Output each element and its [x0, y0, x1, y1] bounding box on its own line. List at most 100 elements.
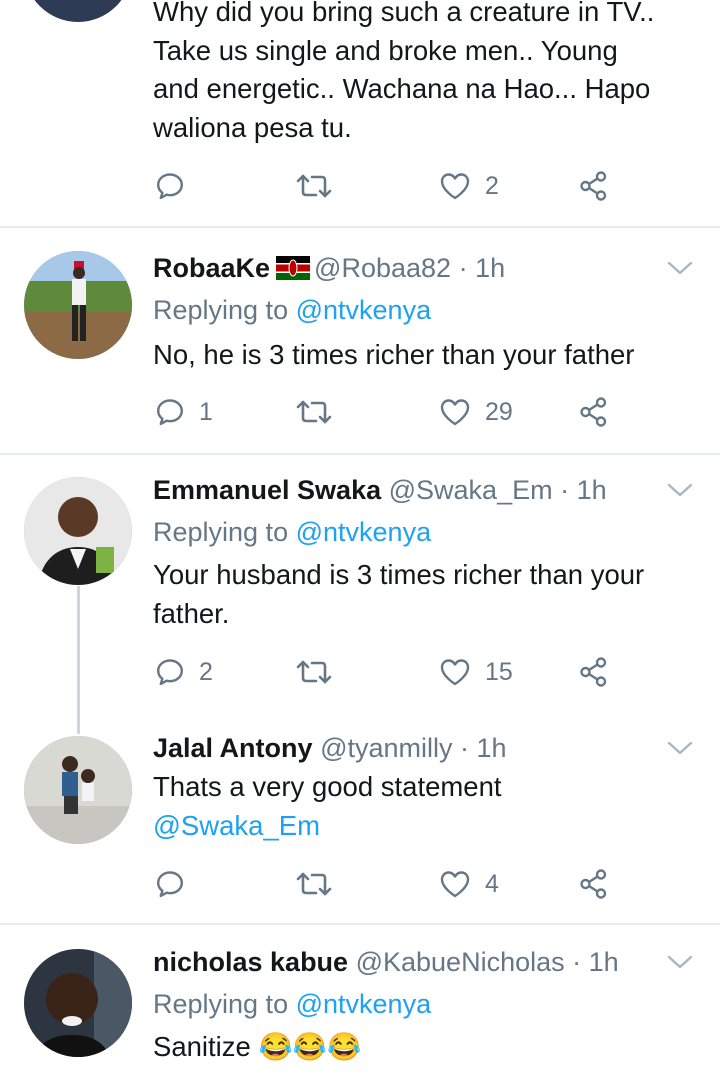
- avatar-image: [24, 251, 132, 359]
- retweet-button[interactable]: [296, 166, 346, 206]
- tweet-text: Why did you bring such a creature in TV.…: [153, 0, 698, 147]
- avatar[interactable]: [24, 0, 132, 22]
- like-icon: [439, 171, 471, 201]
- avatar-image: [24, 949, 132, 1057]
- retweet-button[interactable]: [296, 392, 346, 432]
- tweet-header: Emmanuel Swaka @Swaka_Em · 1h: [153, 470, 607, 510]
- avatar-image: [24, 736, 132, 844]
- tweet-top[interactable]: Why did you bring such a creature in TV.…: [0, 0, 720, 226]
- reply-icon: [155, 171, 185, 201]
- avatar[interactable]: [24, 251, 132, 359]
- like-count: 2: [485, 171, 499, 200]
- retweet-icon: [296, 870, 332, 898]
- replying-to-label: Replying to: [153, 295, 289, 325]
- timestamp[interactable]: 1h: [589, 947, 619, 977]
- display-name[interactable]: Jalal Antony: [153, 733, 313, 763]
- divider: [0, 226, 720, 228]
- divider: [0, 453, 720, 455]
- reply-icon: [155, 397, 185, 427]
- share-icon: [578, 396, 610, 428]
- like-count: 15: [485, 657, 513, 686]
- display-name[interactable]: nicholas kabue: [153, 947, 348, 977]
- avatar[interactable]: [24, 949, 132, 1057]
- laughing-emoji: 😂😂😂: [258, 1031, 362, 1062]
- replying-to-mention[interactable]: @ntvkenya: [296, 989, 431, 1019]
- like-button[interactable]: 15: [439, 652, 513, 692]
- share-button[interactable]: [578, 652, 610, 692]
- like-button[interactable]: 2: [439, 166, 499, 206]
- replying-to: Replying to @ntvkenya: [153, 984, 431, 1024]
- reply-button[interactable]: [155, 166, 199, 206]
- tweet-text: Your husband is 3 times richer than your…: [153, 559, 645, 629]
- reply-button[interactable]: [155, 864, 199, 904]
- replying-to-mention[interactable]: @ntvkenya: [296, 295, 431, 325]
- tweet-text: No, he is 3 times richer than your fathe…: [153, 339, 635, 370]
- separator-dot: ·: [460, 733, 470, 763]
- tweet-nicholas[interactable]: nicholas kabue @KabueNicholas · 1h Reply…: [0, 942, 720, 1088]
- separator-dot: ·: [458, 253, 468, 283]
- like-icon: [439, 397, 471, 427]
- tweet-actions: 4: [153, 864, 623, 904]
- handle[interactable]: @tyanmilly: [320, 733, 452, 763]
- chevron-down-icon[interactable]: [666, 738, 694, 758]
- replying-to-label: Replying to: [153, 989, 289, 1019]
- share-icon: [578, 170, 610, 202]
- like-count: 4: [485, 869, 499, 898]
- avatar[interactable]: [24, 736, 132, 844]
- handle[interactable]: @Robaa82: [314, 253, 451, 283]
- like-button[interactable]: 29: [439, 392, 513, 432]
- tweet-text-line: Thats a very good statement: [153, 771, 502, 802]
- tweet-text-line: and energetic.. Wachana na Hao... Hapo: [153, 73, 651, 104]
- replying-to: Replying to @ntvkenya: [153, 290, 431, 330]
- reply-button[interactable]: 2: [155, 652, 213, 692]
- handle[interactable]: @Swaka_Em: [389, 475, 553, 505]
- separator-dot: ·: [572, 947, 582, 977]
- tweet-text: Sanitize 😂😂😂: [153, 1028, 698, 1067]
- share-button[interactable]: [578, 392, 610, 432]
- separator-dot: ·: [560, 475, 570, 505]
- handle[interactable]: @KabueNicholas: [356, 947, 565, 977]
- timestamp[interactable]: 1h: [477, 733, 507, 763]
- reply-icon: [155, 869, 185, 899]
- tweet-text-line: waliona pesa tu.: [153, 111, 352, 143]
- retweet-icon: [296, 658, 332, 686]
- share-icon: [578, 868, 610, 900]
- timestamp[interactable]: 1h: [475, 253, 505, 283]
- tweet-actions: 2: [153, 166, 623, 206]
- tweet-mention[interactable]: @Swaka_Em: [153, 807, 698, 846]
- tweet-jalal[interactable]: Jalal Antony @tyanmilly · 1h Thats a ver…: [0, 728, 720, 923]
- chevron-down-icon[interactable]: [666, 258, 694, 278]
- divider: [0, 923, 720, 925]
- display-name[interactable]: RobaaKe: [153, 253, 270, 283]
- replying-to: Replying to @ntvkenya: [153, 512, 431, 552]
- reply-button[interactable]: 1: [155, 392, 213, 432]
- share-button[interactable]: [578, 166, 610, 206]
- tweet-text-line: Sanitize: [153, 1031, 251, 1062]
- tweet-robaa[interactable]: RobaaKe @Robaa82 · 1h Replying to @ntvken…: [0, 248, 720, 453]
- tweet-swaka[interactable]: Emmanuel Swaka @Swaka_Em · 1h Replying t…: [0, 470, 720, 710]
- retweet-button[interactable]: [296, 864, 346, 904]
- chevron-down-icon[interactable]: [666, 480, 694, 500]
- tweet-header: RobaaKe @Robaa82 · 1h: [153, 248, 505, 288]
- tweet-actions: 1 29: [153, 392, 623, 432]
- kenya-flag-icon: [276, 251, 311, 291]
- tweet-header: Jalal Antony @tyanmilly · 1h: [153, 728, 507, 768]
- avatar-image: [24, 477, 132, 585]
- chevron-down-icon[interactable]: [666, 952, 694, 972]
- timestamp[interactable]: 1h: [577, 475, 607, 505]
- tweet-text: Thats a very good statement @Swaka_Em: [153, 768, 698, 845]
- reply-count: 1: [199, 397, 213, 426]
- retweet-button[interactable]: [296, 652, 346, 692]
- display-name[interactable]: Emmanuel Swaka: [153, 475, 381, 505]
- replying-to-label: Replying to: [153, 517, 289, 547]
- share-button[interactable]: [578, 864, 610, 904]
- replying-to-mention[interactable]: @ntvkenya: [296, 517, 431, 547]
- avatar[interactable]: [24, 477, 132, 585]
- retweet-icon: [296, 172, 332, 200]
- reply-count: 2: [199, 657, 213, 686]
- tweet-text-line: Why did you bring such a creature in TV.…: [153, 0, 655, 27]
- tweet-actions: 2 15: [153, 652, 623, 692]
- like-button[interactable]: 4: [439, 864, 499, 904]
- tweet-text-line: Take us single and broke men.. Young: [153, 34, 618, 66]
- tweet-header: nicholas kabue @KabueNicholas · 1h: [153, 942, 619, 982]
